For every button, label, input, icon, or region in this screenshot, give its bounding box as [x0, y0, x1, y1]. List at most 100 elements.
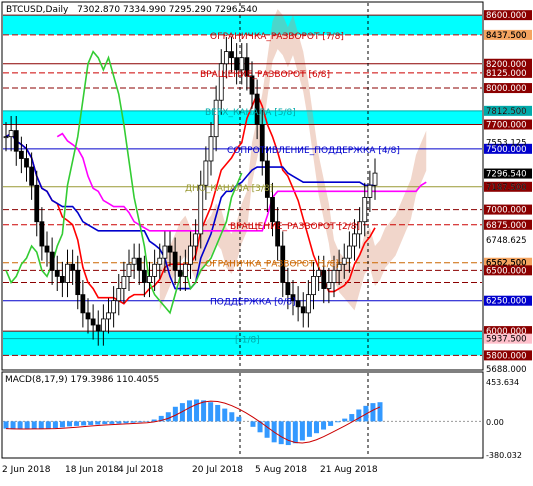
candle-body: [14, 131, 18, 152]
ohlc-values: 7302.870 7334.990 7295.290 7296.540: [77, 5, 258, 15]
price-tag: 8000.000: [486, 84, 527, 94]
candle-body: [163, 246, 167, 258]
candle-body: [30, 167, 34, 185]
candle-body: [353, 234, 357, 246]
candle-body: [91, 319, 95, 325]
candle-body: [45, 246, 49, 252]
murrey-level-label: [-1/8]: [235, 336, 260, 346]
candle-body: [342, 258, 346, 264]
chart-canvas[interactable]: ОГРАНИЧКА_РАЗВОРОТ [7/8] ВРАЩЕНИЕ_РАЗВОРО…: [0, 0, 533, 482]
macd-histogram-bar: [314, 421, 319, 433]
macd-histogram-bar: [300, 421, 305, 440]
candle-body: [158, 258, 162, 264]
candle-body: [224, 52, 228, 64]
candle-body: [322, 270, 326, 288]
candle-body: [214, 100, 218, 136]
candle-body: [117, 289, 121, 301]
macd-histogram-bar: [116, 421, 121, 423]
candle-body: [296, 301, 300, 307]
candle-body: [194, 234, 198, 246]
candle-body: [50, 252, 54, 270]
price-axis-tick: 7553.125: [486, 138, 527, 148]
murrey-level-label: ВРАЩЕНИЕ_РАЗВОРОТ [2/8]: [230, 222, 360, 232]
macd-histogram-bar: [166, 412, 171, 421]
macd-histogram-bar: [39, 421, 44, 428]
macd-histogram-bar: [378, 402, 383, 421]
macd-histogram-bar: [88, 421, 93, 425]
price-axis-tick: 7187.500: [486, 183, 527, 193]
candle-body: [60, 276, 64, 282]
macd-histogram-bar: [109, 421, 114, 424]
macd-histogram-bar: [67, 421, 72, 426]
candle-body: [173, 252, 177, 270]
macd-histogram-bar: [229, 412, 234, 421]
macd-histogram-bar: [11, 421, 16, 429]
candle-body: [25, 159, 29, 168]
date-tick: 2 Jun 2018: [2, 465, 51, 475]
date-tick: 18 Jun 2018: [65, 465, 119, 475]
murrey-level-label: ОГРАНИЧКА_РАЗВОРОТ [7/8]: [210, 32, 344, 42]
price-axis-tick: 6562.500: [486, 259, 527, 269]
macd-histogram-bar: [286, 421, 291, 445]
candle-body: [183, 264, 187, 276]
candle-body: [9, 131, 13, 137]
candle-body: [209, 137, 213, 161]
macd-histogram-bar: [138, 421, 143, 422]
macd-histogram-bar: [18, 421, 23, 429]
macd-histogram-bar: [74, 421, 79, 426]
candle-body: [112, 301, 116, 313]
candle-body: [81, 295, 85, 313]
murrey-level-label: ПОДДЕРЖКА [0/8]: [210, 298, 296, 308]
macd-axis-zero: 0.00: [486, 418, 504, 427]
candle-body: [86, 313, 90, 319]
price-axis-tick: 7812.500: [486, 107, 527, 117]
candle-body: [132, 258, 136, 264]
murrey-level-label: СОПРОТИВЛЕНИЕ_ПОДДЕРЖКА [4/8]: [227, 146, 400, 156]
macd-axis-top: 453.634: [486, 378, 519, 387]
candle-body: [235, 58, 239, 70]
price-tag: 7000.000: [486, 206, 527, 216]
macd-histogram-bar: [293, 421, 298, 443]
candle-body: [153, 264, 157, 276]
candle-body: [127, 264, 131, 276]
macd-histogram-bar: [208, 402, 213, 421]
candle-body: [347, 246, 351, 258]
candle-body: [40, 222, 44, 246]
candle-body: [312, 276, 316, 294]
murrey-level-label: ДНО_КАНАЛА [3/8]: [185, 184, 273, 194]
candle-body: [306, 295, 310, 313]
murrey-level-label: ВЕРХ_КАНАЛА [5/8]: [205, 108, 296, 118]
candle-body: [137, 258, 141, 270]
macd-histogram-bar: [131, 421, 136, 422]
price-tag: 5800.000: [486, 351, 527, 361]
macd-histogram-bar: [53, 421, 58, 428]
candle-body: [122, 276, 126, 288]
macd-histogram-bar: [250, 421, 255, 426]
candle-body: [101, 319, 105, 331]
candle-body: [317, 270, 321, 276]
candle-body: [301, 307, 305, 313]
macd-histogram-bar: [307, 421, 312, 436]
date-tick: 5 Aug 2018: [255, 465, 307, 475]
price-axis-tick: 5688.000: [486, 365, 527, 375]
price-tag: 6875.000: [486, 221, 527, 231]
price-tag: 5937.500: [486, 335, 527, 345]
macd-histogram-bar: [60, 421, 65, 427]
murrey-level-label: ОГРАНИЧКА_РАЗВОРОТ [1/8]: [205, 260, 339, 270]
macd-histogram-bar: [215, 405, 220, 421]
macd-histogram-bar: [201, 400, 206, 421]
price-tag: 6250.000: [486, 297, 527, 307]
candle-body: [271, 197, 275, 221]
macd-histogram-bar: [95, 421, 100, 424]
candle-body: [178, 270, 182, 276]
candle-body: [168, 246, 172, 252]
current-price-tag: 7296.540: [486, 170, 527, 180]
price-axis-tick: 8437.500: [486, 31, 527, 41]
price-tag: 8600.000: [486, 11, 527, 21]
candle-body: [55, 270, 59, 276]
candle-body: [327, 282, 331, 288]
macd-histogram-bar: [328, 421, 333, 426]
price-tag: 8125.000: [486, 69, 527, 79]
candle-body: [240, 58, 244, 70]
candle-body: [19, 151, 23, 158]
